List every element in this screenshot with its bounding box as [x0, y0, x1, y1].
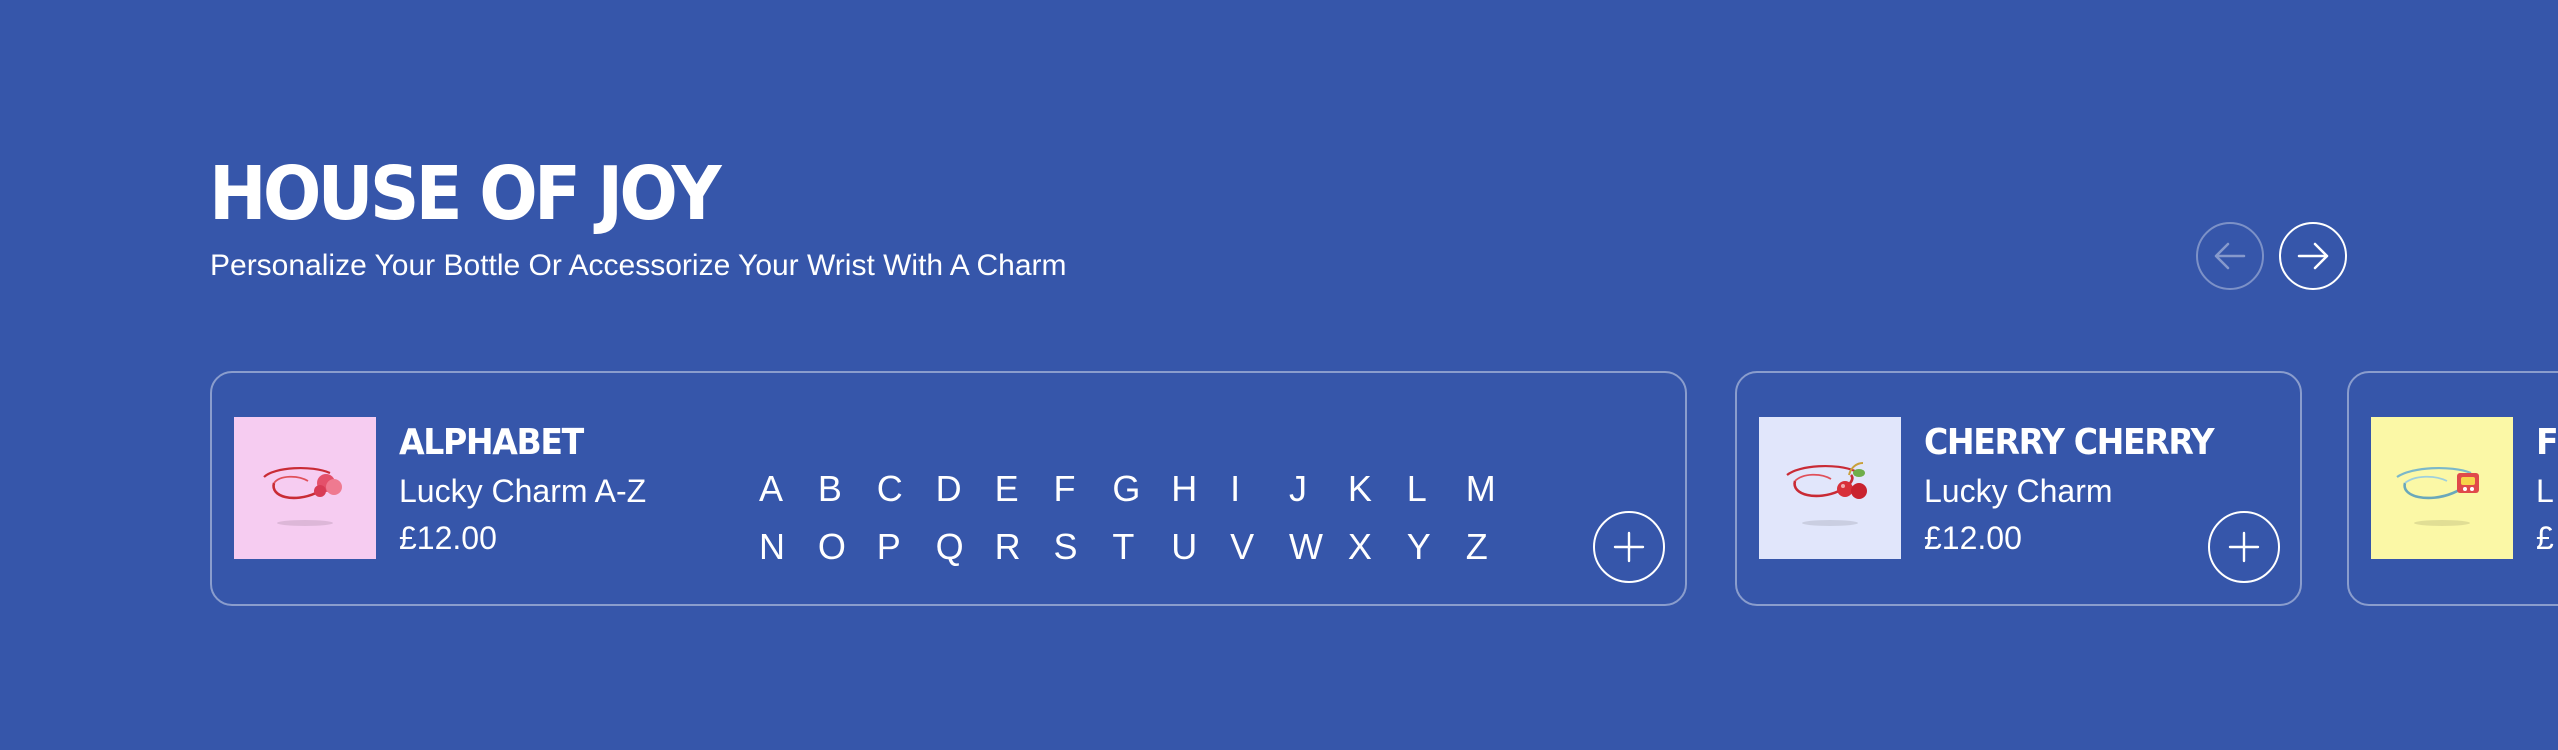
product-card-alphabet[interactable]: ALPHABET Lucky Charm A-Z £12.00 A B C D …	[210, 371, 1687, 606]
letter-option-m[interactable]: M	[1466, 467, 1525, 511]
letter-option-v[interactable]: V	[1230, 525, 1289, 569]
product-price: £	[2536, 520, 2554, 556]
letter-option-o[interactable]: O	[818, 525, 877, 569]
letter-option-j[interactable]: J	[1289, 467, 1348, 511]
product-card-cherry-cherry[interactable]: CHERRY CHERRY Lucky Charm £12.00	[1735, 371, 2302, 606]
product-subtitle: Lucky Charm A-Z	[399, 473, 647, 509]
add-to-cart-button[interactable]	[2208, 511, 2280, 583]
letter-option-b[interactable]: B	[818, 467, 877, 511]
letter-option-a[interactable]: A	[759, 467, 818, 511]
house-of-joy-section: HOUSE OF JOY Personalize Your Bottle Or …	[0, 0, 2558, 750]
add-to-cart-button[interactable]	[1593, 511, 1665, 583]
product-subtitle: L	[2536, 473, 2554, 509]
product-card-partial[interactable]: F L £	[2347, 371, 2558, 606]
product-subtitle: Lucky Charm	[1924, 473, 2113, 509]
letter-option-s[interactable]: S	[1053, 525, 1112, 569]
letter-option-u[interactable]: U	[1171, 525, 1230, 569]
product-name[interactable]: CHERRY CHERRY	[1924, 421, 2215, 465]
letter-option-g[interactable]: G	[1112, 467, 1171, 511]
product-price: £12.00	[1924, 520, 2022, 556]
product-name[interactable]: ALPHABET	[399, 421, 584, 465]
letter-option-t[interactable]: T	[1112, 525, 1171, 569]
product-image-partial[interactable]	[2371, 417, 2513, 559]
letter-option-f[interactable]: F	[1053, 467, 1112, 511]
product-image-alphabet[interactable]	[234, 417, 376, 559]
letter-option-y[interactable]: Y	[1407, 525, 1466, 569]
letter-option-p[interactable]: P	[877, 525, 936, 569]
letter-option-n[interactable]: N	[759, 525, 818, 569]
letter-option-z[interactable]: Z	[1466, 525, 1525, 569]
letter-option-i[interactable]: I	[1230, 467, 1289, 511]
product-price: £12.00	[399, 520, 497, 556]
letter-option-w[interactable]: W	[1289, 525, 1348, 569]
letter-option-k[interactable]: K	[1348, 467, 1407, 511]
bracelet-charm-image	[2396, 466, 2479, 526]
letter-option-e[interactable]: E	[995, 467, 1054, 511]
plus-icon	[2228, 531, 2260, 563]
plus-icon	[1613, 531, 1645, 563]
letter-option-c[interactable]: C	[877, 467, 936, 511]
letter-option-r[interactable]: R	[995, 525, 1054, 569]
product-image-cherry-cherry[interactable]	[1759, 417, 1901, 559]
letter-option-x[interactable]: X	[1348, 525, 1407, 569]
bracelet-charm-image	[1786, 462, 1867, 526]
product-name[interactable]: F	[2536, 421, 2558, 465]
product-carousel: ALPHABET Lucky Charm A-Z £12.00 A B C D …	[0, 0, 2558, 750]
letter-option-l[interactable]: L	[1407, 467, 1466, 511]
letter-selector: A B C D E F G H I J K L M N O P Q R S T	[759, 467, 1496, 569]
letter-option-d[interactable]: D	[936, 467, 995, 511]
bracelet-charm-image	[263, 466, 342, 526]
letter-option-q[interactable]: Q	[936, 525, 995, 569]
letter-option-h[interactable]: H	[1171, 467, 1230, 511]
